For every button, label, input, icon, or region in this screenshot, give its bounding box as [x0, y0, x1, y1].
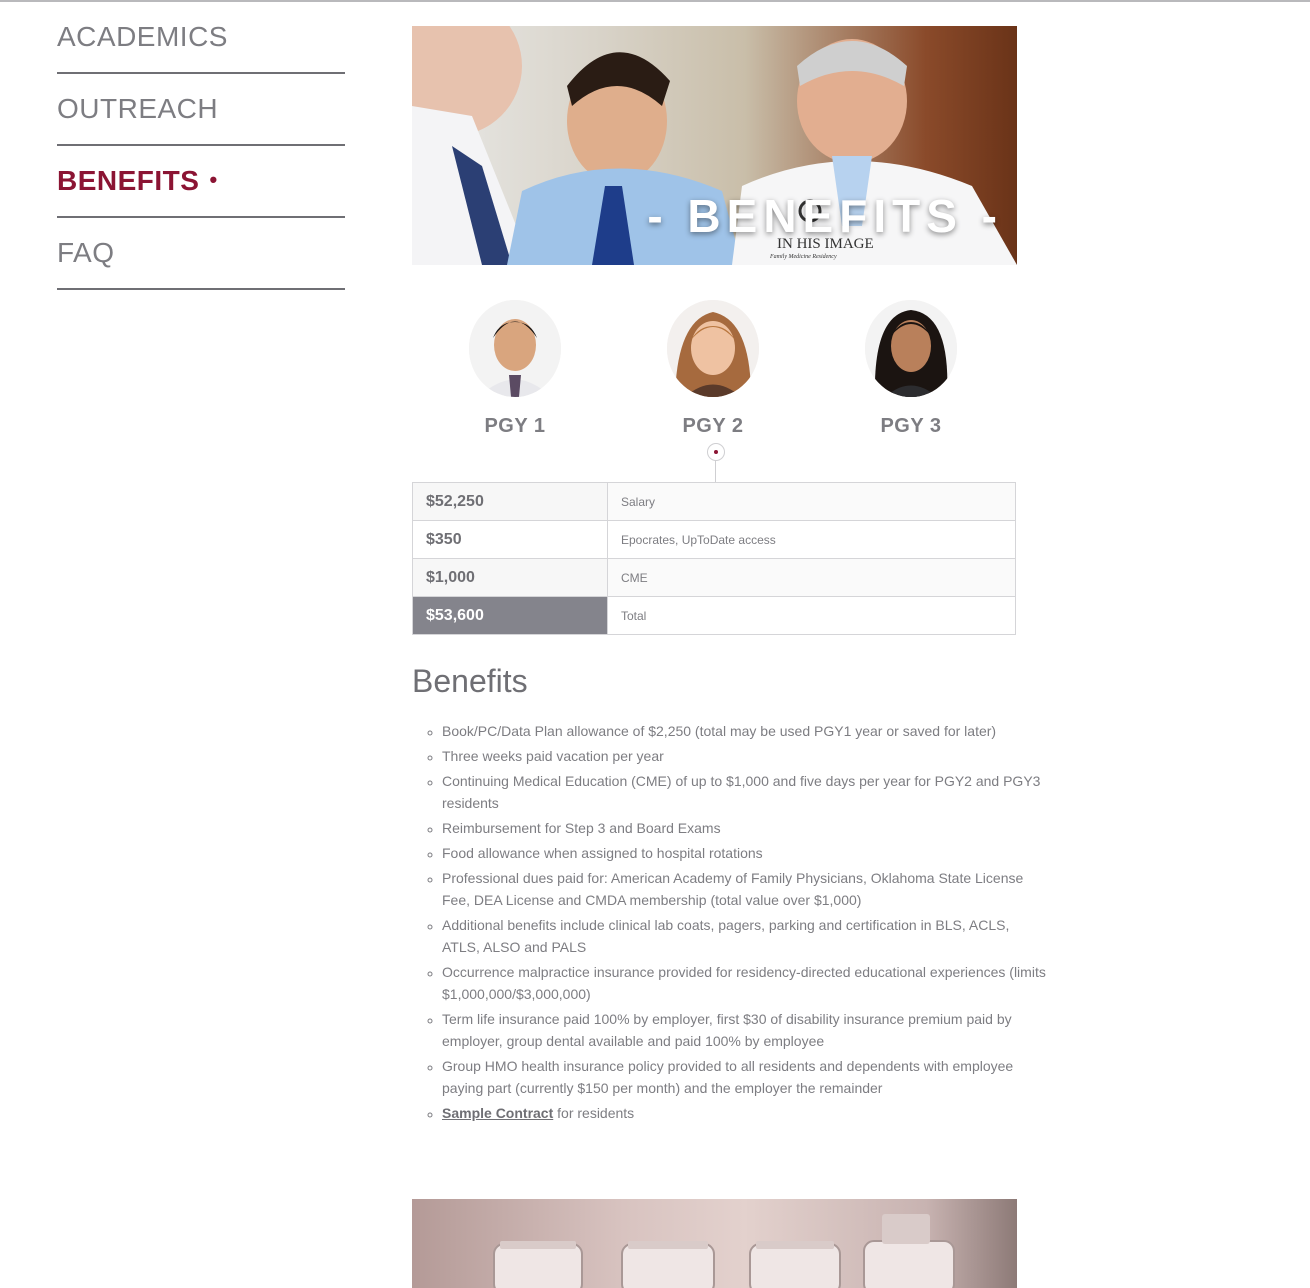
jars-photo [412, 1199, 1017, 1288]
nav-item-outreach[interactable]: OUTREACH [57, 74, 345, 146]
nav-item-benefits[interactable]: BENEFITS • [57, 146, 345, 218]
resident-label: PGY 3 [880, 415, 942, 437]
nav-item-label: BENEFITS [57, 165, 200, 196]
resident-pgy3[interactable]: PGY 3 [831, 300, 991, 438]
contract-suffix: for residents [553, 1105, 635, 1121]
table-row: $1,000 CME [412, 558, 1016, 597]
list-item: Reimbursement for Step 3 and Board Exams [442, 817, 1048, 839]
amount-cell: $53,600 [412, 596, 608, 635]
hero-banner: IN HIS IMAGE Family Medicine Residency -… [412, 26, 1017, 265]
nav-item-academics[interactable]: ACADEMICS [57, 2, 345, 74]
nav-item-label: FAQ [57, 237, 115, 268]
table-row: $52,250 Salary [412, 482, 1016, 521]
salary-table: $52,250 Salary $350 Epocrates, UpToDate … [412, 482, 1016, 635]
sidebar-nav: ACADEMICS OUTREACH BENEFITS • FAQ [57, 2, 345, 290]
label-cell: Total [607, 596, 1016, 635]
list-item: Food allowance when assigned to hospital… [442, 842, 1048, 864]
active-indicator-dot: • [209, 167, 218, 192]
list-item: Additional benefits include clinical lab… [442, 914, 1048, 958]
label-cell: Epocrates, UpToDate access [607, 520, 1016, 559]
avatar [667, 300, 759, 397]
list-item: Group HMO health insurance policy provid… [442, 1055, 1048, 1099]
label-cell: CME [607, 558, 1016, 597]
resident-pgy1[interactable]: PGY 1 [435, 300, 595, 438]
list-item: Professional dues paid for: American Aca… [442, 867, 1048, 911]
avatar [865, 300, 957, 397]
resident-label: PGY 1 [484, 415, 546, 437]
list-item: Continuing Medical Education (CME) of up… [442, 770, 1048, 814]
amount-cell: $52,250 [412, 482, 608, 521]
amount-cell: $350 [412, 520, 608, 559]
resident-pgy2[interactable]: PGY 2 [633, 300, 793, 438]
label-cell: Salary [607, 482, 1016, 521]
list-item: Book/PC/Data Plan allowance of $2,250 (t… [442, 720, 1048, 742]
nav-item-faq[interactable]: FAQ [57, 218, 345, 290]
table-row: $350 Epocrates, UpToDate access [412, 520, 1016, 559]
logo-subtext: Family Medicine Residency [769, 254, 837, 260]
avatar [469, 300, 561, 397]
list-item: Three weeks paid vacation per year [442, 745, 1048, 767]
benefits-heading: Benefits [412, 663, 528, 699]
nav-item-label: OUTREACH [57, 93, 219, 124]
sample-contract-link[interactable]: Sample Contract [442, 1105, 553, 1121]
resident-label: PGY 2 [682, 415, 744, 437]
selected-indicator [707, 443, 725, 461]
indicator-line [715, 460, 716, 482]
benefits-list: Book/PC/Data Plan allowance of $2,250 (t… [412, 720, 1048, 1127]
nav-item-label: ACADEMICS [57, 21, 228, 52]
amount-cell: $1,000 [412, 558, 608, 597]
hero-title: - BENEFITS - [647, 190, 1003, 242]
table-row-total: $53,600 Total [412, 596, 1016, 635]
list-item: Sample Contract for residents [442, 1102, 1048, 1124]
list-item: Occurrence malpractice insurance provide… [442, 961, 1048, 1005]
list-item: Term life insurance paid 100% by employe… [442, 1008, 1048, 1052]
